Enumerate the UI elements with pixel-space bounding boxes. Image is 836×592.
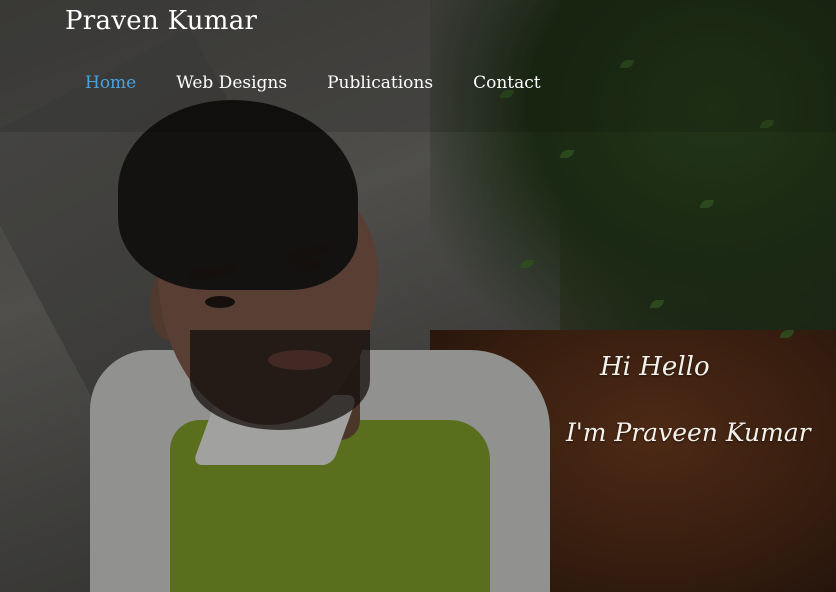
site-brand[interactable]: Praven Kumar	[65, 6, 257, 36]
header: Praven Kumar Home Web Designs Publicatio…	[0, 0, 836, 132]
nav-link-contact[interactable]: Contact	[473, 73, 541, 93]
nav-item-web-designs: Web Designs	[176, 73, 287, 93]
nav-item-home: Home	[85, 73, 136, 93]
nav-item-contact: Contact	[473, 73, 541, 93]
hero-greeting: Hi Hello	[600, 352, 710, 382]
nav-link-publications[interactable]: Publications	[327, 73, 433, 93]
nav-item-publications: Publications	[327, 73, 433, 93]
nav-link-home[interactable]: Home	[85, 73, 136, 93]
main-nav: Home Web Designs Publications Contact	[85, 73, 541, 93]
nav-link-web-designs[interactable]: Web Designs	[176, 73, 287, 93]
hero-introduction: I'm Praveen Kumar	[566, 418, 811, 447]
hero-section: Praven Kumar Home Web Designs Publicatio…	[0, 0, 836, 592]
